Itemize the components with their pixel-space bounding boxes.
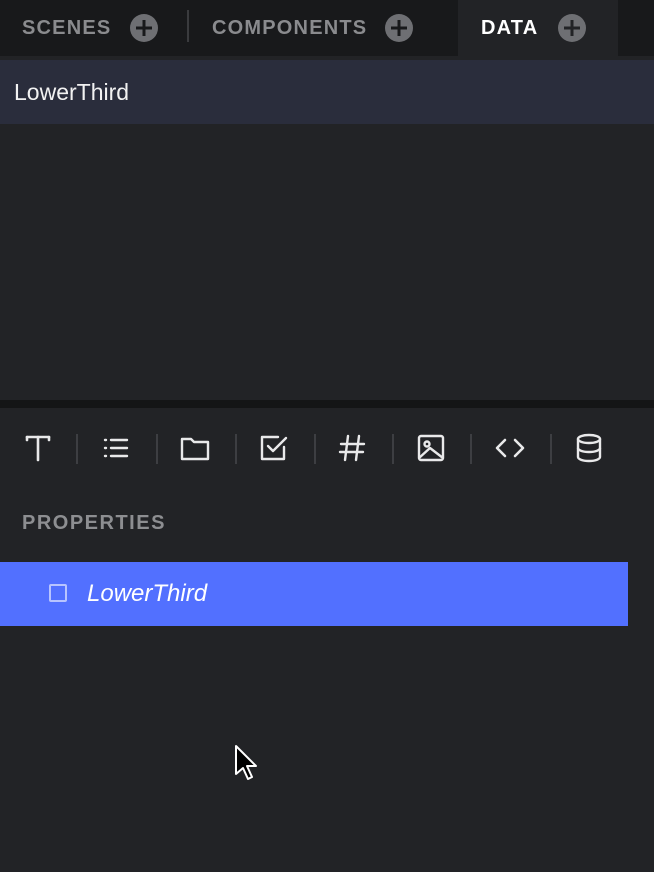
tab-data[interactable]: DATA bbox=[458, 0, 618, 56]
data-source-list: LowerThird bbox=[0, 56, 654, 400]
properties-heading: PROPERTIES bbox=[22, 512, 166, 534]
tab-divider bbox=[187, 10, 189, 42]
image-type-button[interactable] bbox=[411, 428, 451, 468]
image-icon bbox=[417, 434, 445, 462]
text-type-icon bbox=[25, 435, 51, 462]
code-icon bbox=[495, 438, 525, 458]
mouse-cursor-icon bbox=[235, 745, 257, 780]
text-type-button[interactable] bbox=[18, 428, 58, 468]
toolbar-divider bbox=[314, 434, 316, 464]
toolbar-divider bbox=[76, 434, 78, 464]
add-component-icon[interactable] bbox=[385, 14, 414, 42]
hash-icon bbox=[338, 434, 366, 462]
boolean-type-button[interactable] bbox=[254, 428, 294, 468]
toolbar-divider bbox=[156, 434, 158, 464]
checkbox-icon bbox=[260, 435, 288, 461]
list-item[interactable]: LowerThird bbox=[0, 60, 654, 124]
toolbar-divider bbox=[392, 434, 394, 464]
list-item-label: LowerThird bbox=[14, 78, 130, 105]
number-type-button[interactable] bbox=[332, 428, 372, 468]
panel-splitter[interactable] bbox=[0, 400, 654, 408]
database-icon bbox=[576, 433, 602, 463]
data-panel: SCENES COMPONENTS DATA LowerThird PROPER… bbox=[0, 0, 654, 872]
tab-components[interactable]: COMPONENTS bbox=[212, 0, 414, 56]
field-type-toolbar bbox=[0, 408, 654, 492]
toolbar-divider bbox=[235, 434, 237, 464]
add-scene-icon[interactable] bbox=[130, 14, 159, 42]
list-type-button[interactable] bbox=[96, 428, 136, 468]
add-data-icon[interactable] bbox=[558, 14, 587, 42]
folder-type-button[interactable] bbox=[175, 428, 215, 468]
tab-scenes[interactable]: SCENES bbox=[22, 0, 159, 56]
tab-scenes-label: SCENES bbox=[22, 17, 112, 39]
property-label: LowerThird bbox=[87, 580, 208, 607]
tab-data-label: DATA bbox=[481, 17, 539, 39]
code-type-button[interactable] bbox=[490, 428, 530, 468]
tab-bar: SCENES COMPONENTS DATA bbox=[0, 0, 654, 56]
property-row[interactable]: LowerThird bbox=[0, 562, 628, 626]
toolbar-divider bbox=[550, 434, 552, 464]
tab-components-label: COMPONENTS bbox=[212, 17, 368, 39]
database-type-button[interactable] bbox=[569, 428, 609, 468]
property-checkbox[interactable] bbox=[49, 584, 67, 602]
list-icon bbox=[103, 438, 129, 458]
toolbar-divider bbox=[470, 434, 472, 464]
folder-icon bbox=[180, 437, 210, 461]
